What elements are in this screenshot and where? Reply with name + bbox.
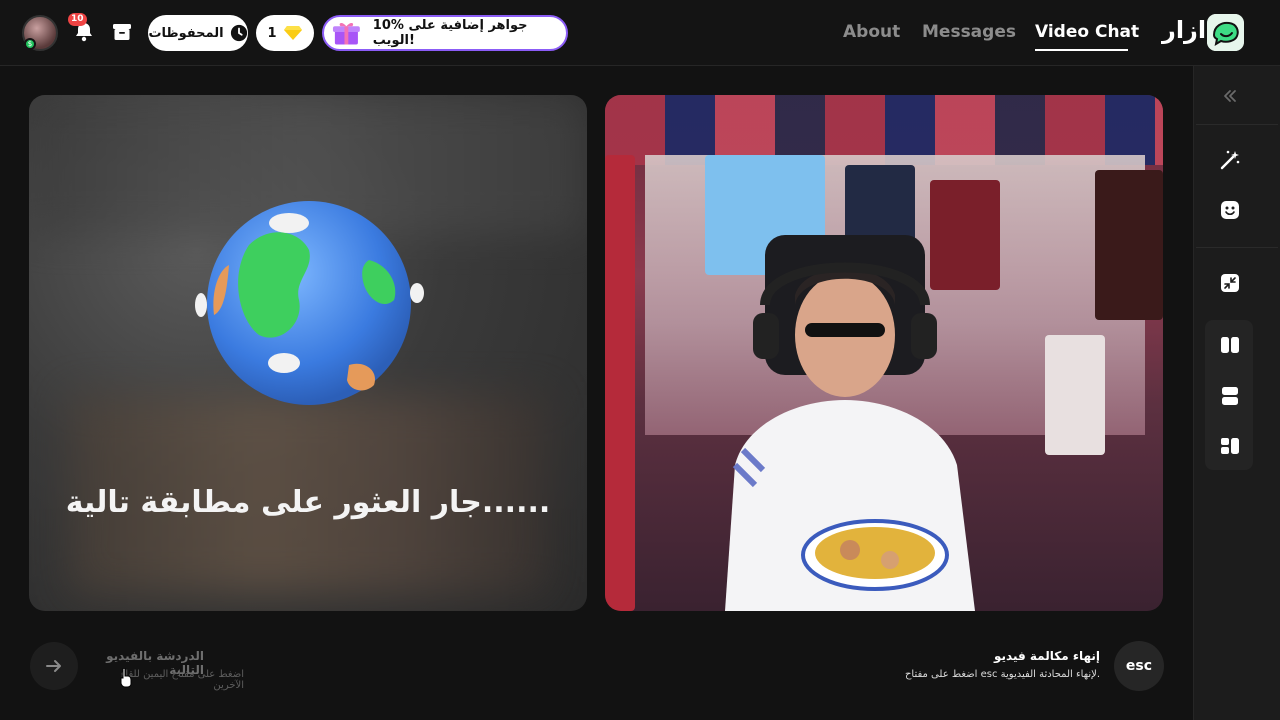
end-call-title: إنهاء مكالمة فيديو: [994, 649, 1100, 663]
searching-status: جار العثور على مطابقة تالية......: [65, 485, 551, 520]
remote-video-panel: جار العثور على مطابقة تالية......: [29, 95, 587, 611]
gems-button[interactable]: 1: [256, 15, 314, 51]
face-filter-button[interactable]: [1210, 190, 1250, 230]
layout-grid-icon: [1221, 438, 1239, 454]
end-call-subtitle: اضغط على مفتاح esc لإنهاء المحادثة الفيد…: [904, 669, 1100, 680]
clock-icon: [230, 24, 247, 42]
layout-grid-button[interactable]: [1210, 426, 1250, 466]
globe-icon: [195, 201, 424, 405]
collapse-icon: [1224, 90, 1236, 102]
flag-banner: [605, 155, 635, 611]
saved-label: المحفوظات: [148, 25, 224, 41]
gems-count: 1: [267, 25, 277, 41]
collapse-sidebar-button[interactable]: [1210, 76, 1250, 116]
promo-banner[interactable]: 10% جواهر إضافية على الويب!: [322, 15, 568, 51]
jersey-frame: [1045, 335, 1105, 455]
layout-side-by-side-button[interactable]: [1210, 325, 1250, 365]
magic-wand-icon: [1220, 150, 1240, 170]
promo-text: 10% جواهر إضافية على الويب!: [372, 18, 528, 48]
sidebar-divider: [1196, 124, 1278, 125]
minimize-button[interactable]: [1210, 263, 1250, 303]
nav-video-chat[interactable]: Video Chat: [1035, 22, 1139, 42]
nav-messages[interactable]: Messages: [922, 22, 1016, 42]
active-nav-underline: [1035, 49, 1128, 51]
saved-button[interactable]: المحفوظات: [148, 15, 248, 51]
local-video-panel: [605, 95, 1163, 611]
mouse-cursor-icon: [120, 668, 132, 688]
sidebar-divider: [1196, 247, 1278, 248]
effects-button[interactable]: [1210, 140, 1250, 180]
end-call-button[interactable]: esc: [1114, 641, 1164, 691]
next-chat-subtitle: اضغط على مفتاح اليمين للقاء الآخرين: [120, 669, 244, 691]
layout-split-horizontal-icon: [1222, 387, 1238, 405]
layout-stacked-button[interactable]: [1210, 376, 1250, 416]
face-icon: [1221, 201, 1239, 219]
next-chat-button[interactable]: [30, 642, 78, 690]
archive-icon[interactable]: [110, 20, 134, 44]
gift-icon: [332, 22, 360, 45]
nav-about[interactable]: About: [843, 22, 900, 42]
gem-icon: [283, 26, 302, 40]
arrow-right-icon: [46, 660, 61, 672]
streamer-figure: [725, 235, 975, 611]
brand-logo-icon[interactable]: [1207, 14, 1244, 51]
minimize-icon: [1221, 274, 1239, 292]
poster-frame: [1095, 170, 1163, 320]
layout-split-vertical-icon: [1221, 337, 1239, 353]
brand-name: ازار: [1162, 16, 1207, 44]
notification-count-badge: 10: [68, 13, 87, 26]
avatar-badge: $: [24, 38, 36, 50]
